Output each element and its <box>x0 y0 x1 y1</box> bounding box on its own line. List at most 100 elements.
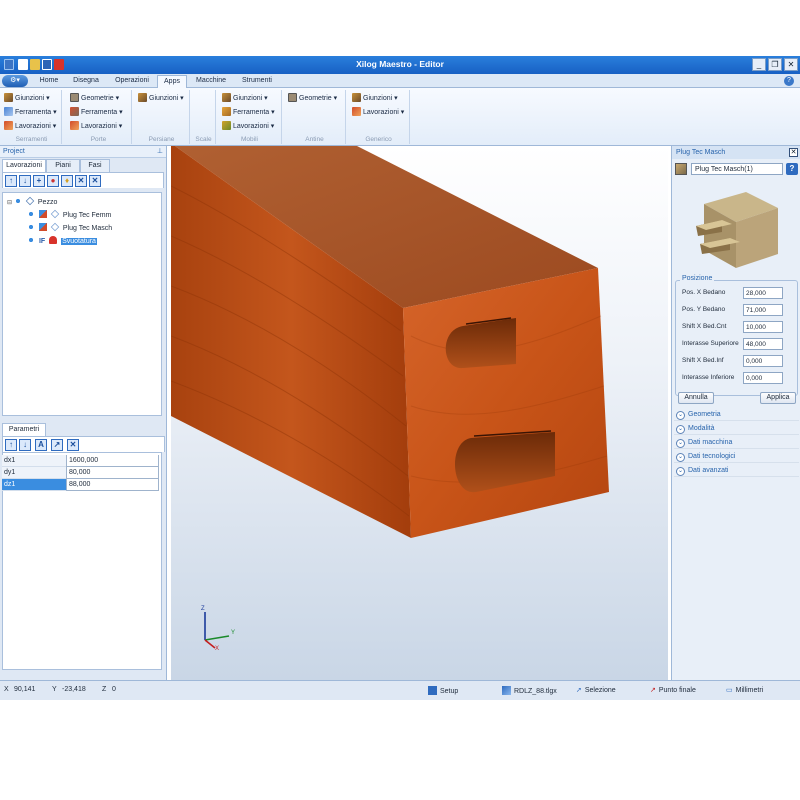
piece-icon <box>25 196 35 206</box>
tab-fasi[interactable]: Fasi <box>80 159 110 172</box>
eye-icon[interactable] <box>27 210 35 218</box>
tree-node-plug-tec-masch[interactable]: Plug Tec Masch <box>27 222 112 234</box>
shift-x-bed-inf-input[interactable]: 0,000 <box>743 355 783 367</box>
applica-button[interactable]: Applica <box>760 392 796 404</box>
tab-operazioni[interactable]: Operazioni <box>110 75 154 88</box>
coord-z-value: 0 <box>112 686 116 693</box>
3d-viewport[interactable]: Z Y X <box>171 146 668 680</box>
lightbulb-icon[interactable]: ♦ <box>61 175 73 187</box>
selection-status-button[interactable]: ➚ Selezione <box>576 686 616 694</box>
machining-icon <box>4 121 13 130</box>
annulla-button[interactable]: Annulla <box>678 392 714 404</box>
tab-macchine[interactable]: Macchine <box>191 75 231 88</box>
application-menu-button[interactable]: ⚙▾ <box>2 75 28 87</box>
pin-icon[interactable]: ⊥ <box>157 146 163 158</box>
chevron-down-icon: ⌄ <box>676 439 685 448</box>
porte-ferramenta-button[interactable]: Ferramenta ▾ <box>70 107 123 119</box>
delete-parameter-icon[interactable]: ✕ <box>67 439 79 451</box>
table-row[interactable]: dy1 80,000 <box>2 467 159 479</box>
file-status-button[interactable]: RDLZ_88.tlgx <box>502 686 557 695</box>
close-icon[interactable]: ✕ <box>789 148 798 157</box>
move-up-icon[interactable]: ↑ <box>5 175 17 187</box>
shift-x-bed-cnt-input[interactable]: 10,000 <box>743 321 783 333</box>
parameters-grid: dx1 1600,000 dy1 80,000 dz1 88,000 <box>2 455 159 491</box>
param-value[interactable]: 80,000 <box>66 467 159 479</box>
tab-parametri[interactable]: Parametri <box>2 423 46 436</box>
interasse-superiore-input[interactable]: 48,000 <box>743 338 783 350</box>
serramenti-giunzioni-button[interactable]: Giunzioni ▾ <box>4 93 50 105</box>
eye-icon[interactable] <box>13 197 22 205</box>
ribbon-item-label: Lavorazioni <box>81 123 117 130</box>
section-dati-macchina[interactable]: ⌄ Dati macchina <box>674 436 799 449</box>
y-axis-label: Y <box>231 630 236 636</box>
serramenti-lavorazioni-button[interactable]: Lavorazioni ▾ <box>4 121 56 133</box>
help-icon[interactable]: ? <box>784 76 794 86</box>
eye-icon[interactable] <box>27 223 35 231</box>
tree-node-plug-tec-femm[interactable]: Plug Tec Femm <box>27 209 111 221</box>
tab-apps[interactable]: Apps <box>157 75 187 88</box>
ribbon-item-label: Ferramenta <box>15 109 52 116</box>
move-down-icon[interactable]: ↓ <box>19 175 31 187</box>
pos-y-bedano-input[interactable]: 71,000 <box>743 304 783 316</box>
tab-home[interactable]: Home <box>36 75 62 88</box>
eye-icon[interactable] <box>27 236 35 244</box>
tree-node-svuotatura[interactable]: IF Svuotatura <box>27 236 97 247</box>
add-operation-icon[interactable]: + <box>33 175 45 187</box>
chevron-down-icon: ⌄ <box>676 425 685 434</box>
delete-icon[interactable]: ✕ <box>75 175 87 187</box>
collapse-toggle-icon[interactable]: ⊟ <box>7 200 12 206</box>
close-window-button[interactable]: ✕ <box>784 58 798 71</box>
wooden-beam-model[interactable] <box>171 146 668 680</box>
add-parameter-icon[interactable]: A <box>35 439 47 451</box>
mobili-lavorazioni-button[interactable]: Lavorazioni ▾ <box>222 121 274 133</box>
disable-operation-icon[interactable]: ● <box>47 175 59 187</box>
ribbon-group-porte: Geometrie ▾ Ferramenta ▾ Lavorazioni ▾ P… <box>66 90 132 144</box>
operation-selector[interactable]: Plug Tec Masch(1) <box>691 163 783 175</box>
cursor-icon: ➚ <box>576 687 582 694</box>
close-icon[interactable]: ✕ <box>89 175 101 187</box>
interasse-inferiore-input[interactable]: 0,000 <box>743 372 783 384</box>
porte-lavorazioni-button[interactable]: Lavorazioni ▾ <box>70 121 122 133</box>
move-up-icon[interactable]: ↑ <box>5 439 17 451</box>
minimize-button[interactable]: _ <box>752 58 766 71</box>
properties-title: Plug Tec Masch <box>676 149 726 156</box>
tab-strumenti[interactable]: Strumenti <box>235 75 279 88</box>
edit-parameter-icon[interactable]: ↗ <box>51 439 63 451</box>
param-value[interactable]: 1600,000 <box>66 455 159 467</box>
file-icon <box>502 686 511 695</box>
param-value[interactable]: 88,000 <box>66 479 159 491</box>
tab-piani[interactable]: Piani <box>46 159 80 172</box>
section-dati-tecnologici[interactable]: ⌄ Dati tecnologici <box>674 450 799 463</box>
table-row[interactable]: dz1 88,000 <box>2 479 159 491</box>
section-geometria[interactable]: ⌄ Geometria <box>674 408 799 421</box>
section-dati-avanzati[interactable]: ⌄ Dati avanzati <box>674 464 799 477</box>
field-label: Interasse Superiore <box>682 340 739 347</box>
move-down-icon[interactable]: ↓ <box>19 439 31 451</box>
tab-lavorazioni[interactable]: Lavorazioni <box>2 159 46 172</box>
endpoint-status-button[interactable]: ↗ Punto finale <box>650 686 696 694</box>
generico-lavorazioni-button[interactable]: Lavorazioni ▾ <box>352 107 404 119</box>
machining-icon <box>222 121 231 130</box>
table-row[interactable]: dx1 1600,000 <box>2 455 159 467</box>
porte-geometrie-button[interactable]: Geometrie ▾ <box>70 93 119 105</box>
file-label: RDLZ_88.tlgx <box>514 688 557 695</box>
coord-x-label: X <box>4 686 9 693</box>
generico-giunzioni-button[interactable]: Giunzioni ▾ <box>352 93 398 105</box>
mobili-giunzioni-button[interactable]: Giunzioni ▾ <box>222 93 268 105</box>
setup-status-button[interactable]: Setup <box>428 686 458 695</box>
persiane-giunzioni-button[interactable]: Giunzioni ▾ <box>138 93 184 105</box>
help-button[interactable]: ? <box>786 163 798 175</box>
mobili-ferramenta-button[interactable]: Ferramenta ▾ <box>222 107 275 119</box>
antine-geometrie-button[interactable]: Geometrie ▾ <box>288 93 337 105</box>
serramenti-ferramenta-button[interactable]: Ferramenta ▾ <box>4 107 57 119</box>
units-status-button[interactable]: ▭ Millimetri <box>726 686 763 694</box>
coord-z-label: Z <box>102 686 107 693</box>
section-modalita[interactable]: ⌄ Modalità <box>674 422 799 435</box>
snap-point-icon: ↗ <box>650 687 656 694</box>
restore-button[interactable]: ❐ <box>768 58 782 71</box>
tree-node-pezzo[interactable]: ⊟ Pezzo <box>7 196 57 208</box>
pos-x-bedano-input[interactable]: 28,000 <box>743 287 783 299</box>
tab-disegna[interactable]: Disegna <box>68 75 104 88</box>
ribbon-item-label: Ferramenta <box>81 109 118 116</box>
endpoint-label: Punto finale <box>658 687 696 694</box>
